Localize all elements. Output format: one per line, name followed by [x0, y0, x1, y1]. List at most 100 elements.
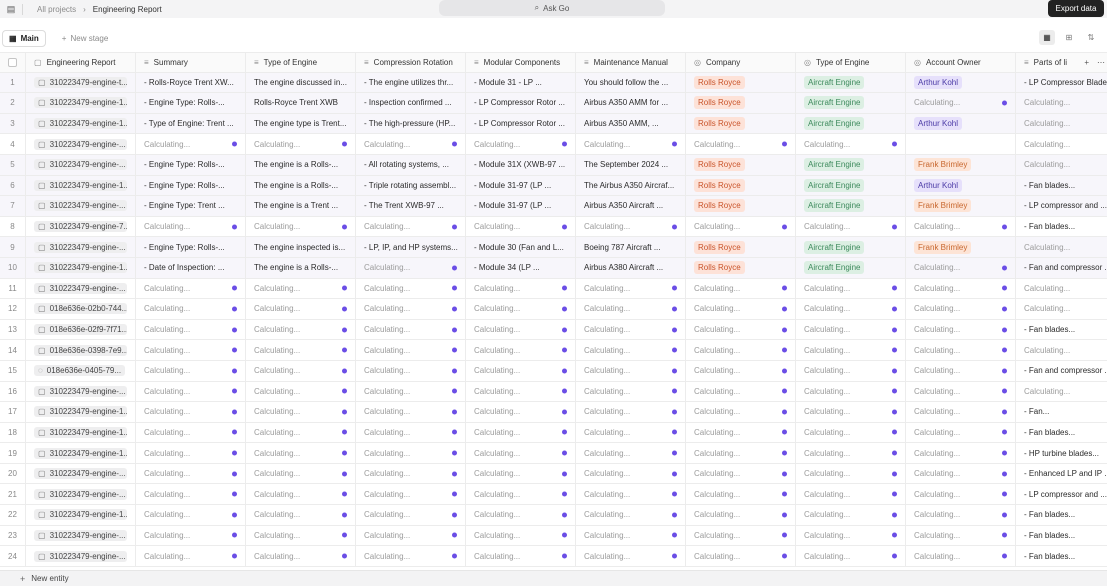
company-cell[interactable]: Calculating... [686, 422, 796, 443]
parts-cell[interactable]: Calculating... [1016, 237, 1107, 257]
engineering-report-cell[interactable]: ▢ 310223479-engine-1... [26, 257, 136, 278]
parts-cell[interactable]: - LP compressor and ... [1016, 196, 1107, 216]
table-row[interactable]: 16 ▢ 310223479-engine-... Calculating... Cal… [0, 381, 1107, 403]
parts-cell[interactable]: Calculating... [1016, 340, 1107, 360]
engineering-report-cell[interactable]: ▢ 310223479-engine-... [26, 484, 136, 505]
engine-type-select-cell[interactable]: Aircraft Engine [796, 237, 906, 257]
document-pill[interactable]: ▢ 310223479-engine-1... [34, 426, 127, 438]
modular-components-cell[interactable]: - Module 34 (LP ... [466, 257, 576, 278]
company-cell[interactable]: Calculating... [686, 134, 796, 154]
engineering-report-cell[interactable]: ▢ 310223479-engine-... [26, 278, 136, 299]
parts-cell[interactable]: Calculating... [1016, 155, 1107, 175]
summary-cell[interactable]: Calculating... [136, 299, 246, 319]
document-pill[interactable]: ▢ 310223479-engine-t... [34, 76, 127, 88]
type-of-engine-cell[interactable]: Rolls-Royce Trent XWB [246, 93, 356, 113]
maintenance-manual-cell[interactable]: Calculating... [576, 216, 686, 237]
document-pill[interactable]: ▢ 310223479-engine-... [34, 529, 127, 541]
compression-rotation-cell[interactable]: Calculating... [356, 299, 466, 319]
summary-cell[interactable]: - Date of Inspection: ... [136, 257, 246, 278]
account-owner-cell[interactable]: Calculating... [906, 381, 1016, 402]
engineering-report-cell[interactable]: ◌ 018e636e-0405-79... [26, 360, 136, 381]
gallery-view-icon[interactable]: ⊞ [1061, 30, 1077, 45]
maintenance-manual-cell[interactable]: You should follow the ... [576, 72, 686, 93]
engineering-report-cell[interactable]: ▢ 310223479-engine-1... [26, 93, 136, 113]
account-owner-cell[interactable]: Calculating... [906, 340, 1016, 360]
parts-cell[interactable]: - LP Compressor Blade... [1016, 73, 1107, 93]
document-pill[interactable]: ▢ 018e636e-02b0-744... [34, 303, 127, 315]
company-cell[interactable]: Calculating... [686, 381, 796, 402]
more-options-icon[interactable]: ⋯ [1097, 58, 1105, 67]
table-row[interactable]: 17 ▢ 310223479-engine-1... Calculating... Ca… [0, 402, 1107, 423]
document-pill[interactable]: ▢ 018e636e-0398-7e9... [34, 344, 127, 356]
maintenance-manual-cell[interactable]: Airbus A350 AMM, ... [576, 113, 686, 134]
modular-components-cell[interactable]: - Module 31X (XWB-97 ... [466, 154, 576, 175]
engine-type-select-cell[interactable]: Calculating... [796, 216, 906, 237]
compression-rotation-cell[interactable]: Calculating... [356, 381, 466, 402]
document-pill[interactable]: ▢ 310223479-engine-... [34, 468, 127, 480]
parts-cell[interactable]: - Fan... [1016, 402, 1107, 422]
summary-cell[interactable]: Calculating... [136, 525, 246, 546]
summary-cell[interactable]: Calculating... [136, 402, 246, 422]
parts-cell[interactable]: - Fan blades... [1016, 526, 1107, 546]
engine-type-select-cell[interactable]: Calculating... [796, 484, 906, 505]
new-entity-button[interactable]: New entity [31, 574, 68, 583]
maintenance-manual-cell[interactable]: Calculating... [576, 546, 686, 566]
account-owner-cell[interactable] [906, 134, 1016, 154]
plus-icon[interactable]: + [20, 574, 25, 584]
modular-components-cell[interactable]: Calculating... [466, 422, 576, 443]
table-row[interactable]: 12 ▢ 018e636e-02b0-744... Calculating... Cal… [0, 299, 1107, 320]
document-pill[interactable]: ▢ 310223479-engine-7... [34, 221, 127, 233]
compression-rotation-cell[interactable]: Calculating... [356, 278, 466, 299]
account-owner-cell[interactable]: Arthur Kohl [906, 175, 1016, 196]
maintenance-manual-cell[interactable]: Airbus A350 Aircraft ... [576, 196, 686, 216]
document-pill[interactable]: ▢ 310223479-engine-... [34, 550, 127, 562]
parts-cell[interactable]: - HP turbine blades... [1016, 443, 1107, 463]
account-owner-cell[interactable]: Frank Brimley [906, 237, 1016, 257]
document-pill[interactable]: ▢ 310223479-engine-... [34, 241, 127, 253]
compression-rotation-cell[interactable]: - All rotating systems, ... [356, 154, 466, 175]
grid-view-icon[interactable]: ▦ [1039, 30, 1055, 45]
summary-cell[interactable]: Calculating... [136, 463, 246, 484]
company-cell[interactable]: Calculating... [686, 402, 796, 422]
sidebar-toggle-icon[interactable]: ▤ [0, 0, 22, 18]
summary-cell[interactable]: - Engine Type: Trent ... [136, 196, 246, 216]
account-owner-cell[interactable]: Frank Brimley [906, 154, 1016, 175]
table-row[interactable]: 11 ▢ 310223479-engine-... Calculating... Cal… [0, 278, 1107, 300]
engine-type-select-cell[interactable]: Calculating... [796, 299, 906, 319]
parts-cell[interactable]: - Fan blades... [1016, 423, 1107, 443]
document-pill[interactable]: ▢ 018e636e-02f9-7f71... [34, 324, 127, 336]
engine-type-select-cell[interactable]: Calculating... [796, 319, 906, 340]
parts-cell[interactable]: Calculating... [1016, 114, 1107, 134]
engineering-report-cell[interactable]: ▢ 310223479-engine-... [26, 381, 136, 402]
type-of-engine-cell[interactable]: Calculating... [246, 525, 356, 546]
summary-cell[interactable]: - Rolls-Royce Trent XW... [136, 72, 246, 93]
maintenance-manual-cell[interactable]: Calculating... [576, 463, 686, 484]
maintenance-manual-cell[interactable]: Calculating... [576, 278, 686, 299]
account-owner-cell[interactable]: Calculating... [906, 463, 1016, 484]
account-owner-cell[interactable]: Calculating... [906, 93, 1016, 113]
account-owner-cell[interactable]: Calculating... [906, 360, 1016, 381]
engineering-report-cell[interactable]: ▢ 310223479-engine-... [26, 525, 136, 546]
table-row[interactable]: 9 ▢ 310223479-engine-... - Engine Type: Rol… [0, 237, 1107, 258]
engine-type-select-cell[interactable]: Aircraft Engine [796, 72, 906, 93]
compression-rotation-cell[interactable]: Calculating... [356, 134, 466, 154]
company-cell[interactable]: Rolls Royce [686, 72, 796, 93]
type-of-engine-cell[interactable]: Calculating... [246, 278, 356, 299]
modular-components-cell[interactable]: Calculating... [466, 299, 576, 319]
type-of-engine-cell[interactable]: The engine is a Rolls-... [246, 154, 356, 175]
compression-rotation-cell[interactable]: - The high-pressure (HP... [356, 113, 466, 134]
table-row[interactable]: 21 ▢ 310223479-engine-... Calculating... Cal… [0, 484, 1107, 506]
type-of-engine-cell[interactable]: The engine discussed in... [246, 72, 356, 93]
ask-go-button[interactable]: ⌕ Ask Go [439, 0, 665, 16]
summary-cell[interactable]: Calculating... [136, 422, 246, 443]
parts-cell[interactable]: - Fan blades... [1016, 505, 1107, 525]
parts-cell[interactable]: - Fan blades... [1016, 217, 1107, 237]
company-cell[interactable]: Rolls Royce [686, 196, 796, 216]
company-cell[interactable]: Calculating... [686, 484, 796, 505]
company-cell[interactable]: Rolls Royce [686, 154, 796, 175]
company-cell[interactable]: Calculating... [686, 340, 796, 360]
parts-cell[interactable]: - Fan and compressor ... [1016, 258, 1107, 278]
engineering-report-cell[interactable]: ▢ 310223479-engine-... [26, 237, 136, 257]
company-cell[interactable]: Rolls Royce [686, 175, 796, 196]
table-row[interactable]: 4 ▢ 310223479-engine-... Calculating... Calc… [0, 134, 1107, 155]
